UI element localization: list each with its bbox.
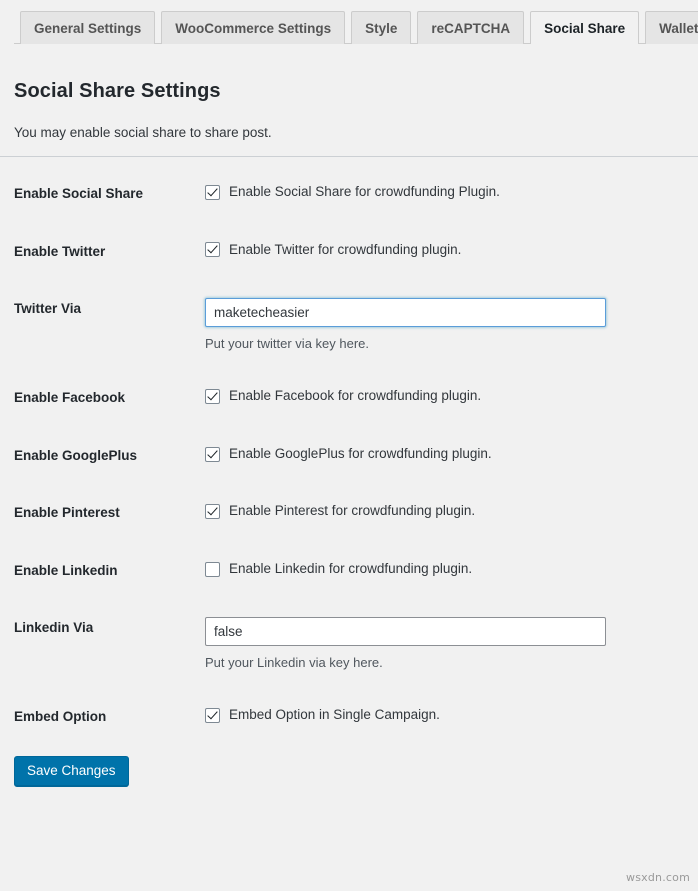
row-control-enable-twitter: Enable Twitter for crowdfunding plugin. — [205, 223, 698, 281]
checkbox-label-enable-linkedin[interactable]: Enable Linkedin for crowdfunding plugin. — [229, 560, 472, 579]
checkbox-row-enable-linkedin[interactable]: Enable Linkedin for crowdfunding plugin. — [205, 560, 688, 579]
row-label-enable-social-share: Enable Social Share — [0, 165, 205, 223]
checkbox-checked-icon-enable-twitter[interactable] — [205, 242, 220, 257]
field-description-twitter-via: Put your twitter via key here. — [205, 336, 688, 351]
row-label-enable-googleplus: Enable GooglePlus — [0, 427, 205, 485]
checkbox-label-enable-facebook[interactable]: Enable Facebook for crowdfunding plugin. — [229, 387, 481, 406]
settings-row-enable-social-share: Enable Social Share Enable Social Share f… — [0, 165, 698, 223]
checkbox-row-enable-facebook[interactable]: Enable Facebook for crowdfunding plugin. — [205, 387, 688, 406]
checkbox-label-enable-googleplus[interactable]: Enable GooglePlus for crowdfunding plugi… — [229, 445, 492, 464]
settings-row-enable-googleplus: Enable GooglePlus Enable GooglePlus for c… — [0, 427, 698, 485]
checkbox-label-embed-option[interactable]: Embed Option in Single Campaign. — [229, 706, 440, 725]
tab-general-settings[interactable]: General Settings — [20, 11, 155, 44]
settings-form-body: Enable Social Share Enable Social Share f… — [0, 165, 698, 746]
checkbox-checked-icon-enable-pinterest[interactable] — [205, 504, 220, 519]
row-control-enable-linkedin: Enable Linkedin for crowdfunding plugin. — [205, 542, 698, 600]
checkbox-checked-icon-enable-facebook[interactable] — [205, 389, 220, 404]
tab-wallet[interactable]: Wallet — [645, 11, 698, 44]
checkbox-row-enable-twitter[interactable]: Enable Twitter for crowdfunding plugin. — [205, 241, 688, 260]
row-control-twitter-via: Put your twitter via key here. — [205, 280, 698, 369]
checkbox-checked-icon-enable-googleplus[interactable] — [205, 447, 220, 462]
tab-social-share[interactable]: Social Share — [530, 11, 639, 44]
row-label-enable-facebook: Enable Facebook — [0, 369, 205, 427]
row-label-embed-option: Embed Option — [0, 688, 205, 746]
row-control-enable-googleplus: Enable GooglePlus for crowdfunding plugi… — [205, 427, 698, 485]
checkbox-checked-icon-embed-option[interactable] — [205, 708, 220, 723]
row-control-embed-option: Embed Option in Single Campaign. — [205, 688, 698, 746]
row-label-enable-twitter: Enable Twitter — [0, 223, 205, 281]
checkbox-row-enable-googleplus[interactable]: Enable GooglePlus for crowdfunding plugi… — [205, 445, 688, 464]
row-control-linkedin-via: Put your Linkedin via key here. — [205, 599, 698, 688]
checkbox-unchecked-icon-enable-linkedin[interactable] — [205, 562, 220, 577]
save-changes-button[interactable]: Save Changes — [14, 756, 129, 786]
text-input-twitter-via[interactable] — [205, 298, 606, 327]
row-label-enable-linkedin: Enable Linkedin — [0, 542, 205, 600]
checkbox-row-enable-pinterest[interactable]: Enable Pinterest for crowdfunding plugin… — [205, 502, 688, 521]
checkbox-row-enable-social-share[interactable]: Enable Social Share for crowdfunding Plu… — [205, 183, 688, 202]
row-control-enable-pinterest: Enable Pinterest for crowdfunding plugin… — [205, 484, 698, 542]
settings-row-embed-option: Embed Option Embed Option in Single Campa… — [0, 688, 698, 746]
row-label-twitter-via: Twitter Via — [0, 280, 205, 369]
row-label-linkedin-via: Linkedin Via — [0, 599, 205, 688]
settings-row-enable-linkedin: Enable Linkedin Enable Linkedin for crowd… — [0, 542, 698, 600]
submit-row: Save Changes — [0, 746, 698, 786]
row-label-enable-pinterest: Enable Pinterest — [0, 484, 205, 542]
row-control-enable-facebook: Enable Facebook for crowdfunding plugin. — [205, 369, 698, 427]
header-divider — [0, 156, 698, 157]
settings-row-twitter-via: Twitter ViaPut your twitter via key here… — [0, 280, 698, 369]
page-title: Social Share Settings — [14, 80, 684, 103]
checkbox-label-enable-pinterest[interactable]: Enable Pinterest for crowdfunding plugin… — [229, 502, 475, 521]
tab-recaptcha[interactable]: reCAPTCHA — [417, 11, 524, 44]
settings-row-enable-pinterest: Enable Pinterest Enable Pinterest for cro… — [0, 484, 698, 542]
tab-style[interactable]: Style — [351, 11, 411, 44]
page-header: Social Share Settings You may enable soc… — [0, 44, 698, 140]
settings-tab-bar: General SettingsWooCommerce SettingsStyl… — [0, 0, 698, 44]
settings-row-enable-facebook: Enable Facebook Enable Facebook for crowd… — [0, 369, 698, 427]
settings-row-linkedin-via: Linkedin ViaPut your Linkedin via key he… — [0, 599, 698, 688]
settings-form-table: Enable Social Share Enable Social Share f… — [0, 165, 698, 746]
field-description-linkedin-via: Put your Linkedin via key here. — [205, 655, 688, 670]
tab-woocommerce-settings[interactable]: WooCommerce Settings — [161, 11, 345, 44]
checkbox-label-enable-twitter[interactable]: Enable Twitter for crowdfunding plugin. — [229, 241, 461, 260]
settings-row-enable-twitter: Enable Twitter Enable Twitter for crowdfu… — [0, 223, 698, 281]
text-input-linkedin-via[interactable] — [205, 617, 606, 646]
checkbox-label-enable-social-share[interactable]: Enable Social Share for crowdfunding Plu… — [229, 183, 500, 202]
row-control-enable-social-share: Enable Social Share for crowdfunding Plu… — [205, 165, 698, 223]
site-watermark: wsxdn.com — [626, 871, 690, 884]
checkbox-checked-icon-enable-social-share[interactable] — [205, 185, 220, 200]
page-description: You may enable social share to share pos… — [14, 125, 684, 140]
checkbox-row-embed-option[interactable]: Embed Option in Single Campaign. — [205, 706, 688, 725]
